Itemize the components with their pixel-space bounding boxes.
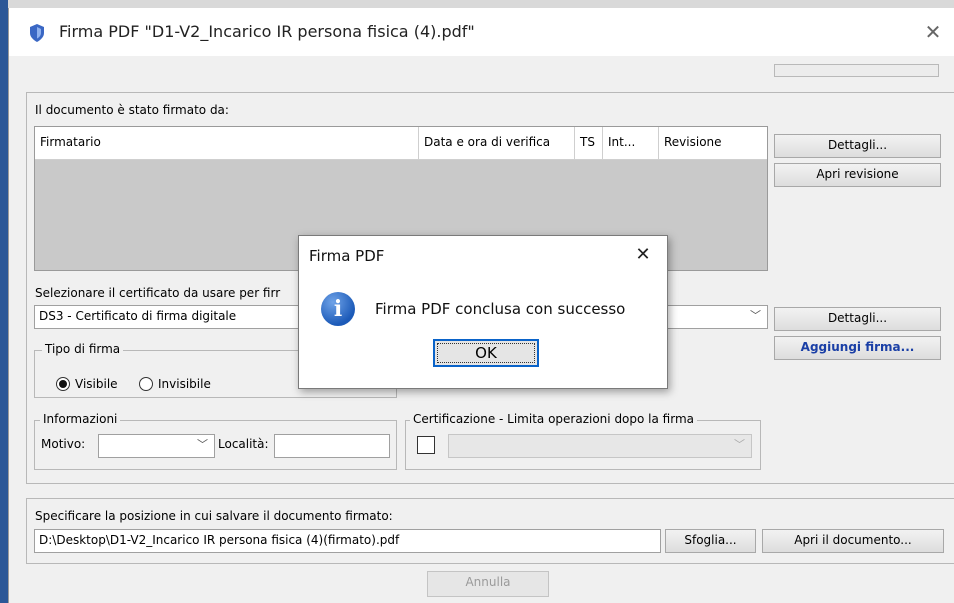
- ok-button[interactable]: OK: [433, 339, 539, 367]
- certification-checkbox[interactable]: [417, 436, 435, 454]
- open-document-button[interactable]: Apri il documento...: [762, 529, 944, 553]
- dialog-message: Firma PDF conclusa con successo: [375, 300, 626, 318]
- background-window-strip: [8, 0, 954, 8]
- taskbar-edge: [0, 0, 8, 603]
- localita-field[interactable]: [274, 434, 390, 458]
- certificate-details-button[interactable]: Dettagli...: [774, 307, 941, 331]
- radio-visibile[interactable]: [56, 377, 70, 391]
- column-int[interactable]: Int...: [603, 127, 659, 160]
- certification-select[interactable]: ﹀: [448, 434, 752, 458]
- dialog-close-button[interactable]: ✕: [629, 241, 657, 269]
- localita-label: Località:: [218, 437, 269, 451]
- radio-selected-dot: [59, 380, 67, 388]
- dialog-title: Firma PDF: [309, 247, 385, 265]
- chevron-down-icon: ﹀: [750, 309, 761, 322]
- window-titlebar: Firma PDF "D1-V2_Incarico IR persona fis…: [9, 8, 954, 56]
- signature-type-legend: Tipo di firma: [42, 342, 124, 356]
- dialog-body: [299, 276, 667, 388]
- ok-focus-ring: [437, 343, 535, 363]
- column-ts[interactable]: TS: [575, 127, 603, 160]
- cancel-button[interactable]: Annulla: [427, 571, 549, 597]
- signer-details-button[interactable]: Dettagli...: [774, 134, 941, 158]
- radio-invisibile[interactable]: [139, 377, 153, 391]
- progress-bar: [774, 64, 939, 77]
- browse-button[interactable]: Sfoglia...: [665, 529, 756, 553]
- motivo-select[interactable]: ﹀: [98, 434, 215, 458]
- open-revision-button[interactable]: Apri revisione: [774, 163, 941, 187]
- chevron-down-icon: ﹀: [197, 438, 208, 451]
- motivo-label: Motivo:: [41, 437, 86, 451]
- signers-table-header: Firmatario Data e ora di verifica TS Int…: [35, 127, 767, 160]
- certification-legend: Certificazione - Limita operazioni dopo …: [410, 412, 697, 426]
- success-dialog: Firma PDF ✕ i Firma PDF conclusa con suc…: [298, 235, 668, 389]
- column-firmatario[interactable]: Firmatario: [35, 127, 419, 160]
- window-title: Firma PDF "D1-V2_Incarico IR persona fis…: [59, 22, 475, 41]
- column-data-ora[interactable]: Data e ora di verifica: [419, 127, 575, 160]
- info-legend: Informazioni: [40, 412, 121, 426]
- chevron-down-icon: ﹀: [734, 438, 745, 451]
- radio-visibile-label[interactable]: Visibile: [75, 377, 118, 391]
- certificate-label: Selezionare il certificato da usare per …: [35, 286, 281, 300]
- add-signature-button[interactable]: Aggiungi firma...: [774, 336, 941, 360]
- signers-label: Il documento è stato firmato da:: [35, 103, 229, 117]
- output-label: Specificare la posizione in cui salvare …: [35, 509, 393, 523]
- dialog-titlebar: Firma PDF ✕: [299, 236, 667, 276]
- radio-invisibile-label[interactable]: Invisibile: [158, 377, 211, 391]
- window-close-button[interactable]: ✕: [919, 18, 947, 46]
- output-path-field[interactable]: D:\Desktop\D1-V2_Incarico IR persona fis…: [34, 529, 661, 553]
- certificate-selected-value: DS3 - Certificato di firma digitale: [39, 309, 237, 323]
- column-revisione[interactable]: Revisione: [659, 127, 767, 160]
- shield-icon: [30, 24, 44, 42]
- info-icon: i: [321, 292, 355, 326]
